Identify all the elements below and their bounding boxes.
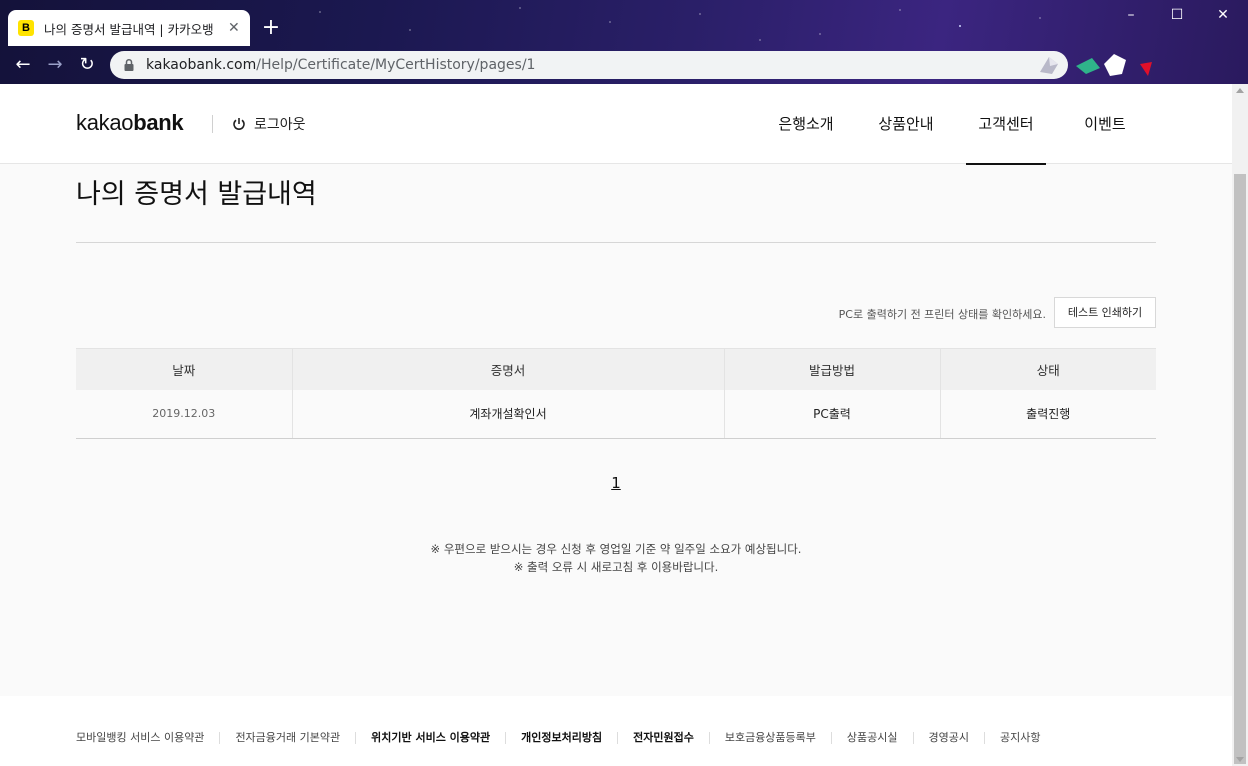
pagination: 1	[0, 474, 1232, 492]
new-tab-button[interactable]: +	[258, 16, 284, 42]
lock-icon	[124, 58, 134, 71]
table-header-row: 날짜 증명서 발급방법 상태	[76, 348, 1156, 390]
extension-icon[interactable]	[1036, 54, 1062, 76]
profile-avatar-icon[interactable]	[1074, 50, 1164, 80]
column-header-certificate: 증명서	[291, 348, 724, 390]
header-divider	[212, 115, 213, 133]
cell-certificate[interactable]: 계좌개설확인서	[291, 389, 724, 439]
footer-link-privacy-policy[interactable]: 개인정보처리방침	[505, 732, 617, 744]
footer-link-e-complaint[interactable]: 전자민원접수	[617, 732, 709, 744]
browser-tab[interactable]: B 나의 증명서 발급내역 | 카카오뱅 ✕	[8, 10, 250, 46]
browser-chrome: B 나의 증명서 발급내역 | 카카오뱅 ✕ + – ☐ ✕ ← → ↻ kak…	[0, 0, 1248, 84]
power-icon	[233, 118, 245, 130]
footer-link-management-disclosure[interactable]: 경영공시	[912, 732, 984, 744]
scrollbar-thumb[interactable]	[1234, 174, 1246, 764]
site-footer: 모바일뱅킹 서비스 이용약관 전자금융거래 기본약관 위치기반 서비스 이용약관…	[0, 696, 1232, 766]
nav-events[interactable]: 이벤트	[1066, 84, 1144, 164]
column-header-method: 발급방법	[723, 348, 940, 390]
page-link-current[interactable]: 1	[607, 474, 625, 492]
reload-icon[interactable]: ↻	[74, 52, 100, 78]
notice-line: ※ 우편으로 받으시는 경우 신청 후 영업일 기준 약 일주일 소요가 예상됩…	[430, 542, 802, 556]
page-title: 나의 증명서 발급내역	[76, 179, 317, 210]
url-host: kakaobank.com	[146, 57, 257, 73]
footer-links: 모바일뱅킹 서비스 이용약관 전자금융거래 기본약관 위치기반 서비스 이용약관…	[76, 732, 1056, 744]
column-header-status: 상태	[939, 348, 1156, 390]
nav-about-bank[interactable]: 은행소개	[766, 84, 846, 164]
page-scrollbar[interactable]	[1232, 84, 1248, 766]
close-window-icon[interactable]: ✕	[1200, 0, 1246, 30]
notice-text: ※ 우편으로 받으시는 경우 신청 후 영업일 기준 약 일주일 소요가 예상됩…	[0, 540, 1232, 576]
address-bar[interactable]: kakaobank.com/Help/Certificate/MyCertHis…	[110, 51, 1068, 79]
print-notice: PC로 출력하기 전 프린터 상태를 확인하세요.	[838, 308, 1046, 321]
page-viewport: kakaobank 로그아웃 은행소개 상품안내 고객센터 이벤트 나의 증명서…	[0, 84, 1232, 766]
footer-link-product-disclosure[interactable]: 상품공시실	[830, 732, 913, 744]
logout-button[interactable]: 로그아웃	[232, 114, 306, 134]
tab-title: 나의 증명서 발급내역 | 카카오뱅	[44, 21, 214, 37]
test-print-button[interactable]: 테스트 인쇄하기	[1054, 297, 1156, 328]
logout-label: 로그아웃	[254, 117, 306, 133]
table-row: 2019.12.03 계좌개설확인서 PC출력 출력진행	[76, 389, 1156, 439]
tab-close-icon[interactable]: ✕	[228, 20, 240, 36]
cell-status: 출력진행	[939, 389, 1156, 439]
nav-products[interactable]: 상품안내	[866, 84, 946, 164]
forward-arrow-icon[interactable]: →	[42, 52, 68, 78]
footer-link-location-terms[interactable]: 위치기반 서비스 이용약관	[355, 732, 505, 744]
kakaobank-logo[interactable]: kakaobank	[76, 110, 184, 136]
footer-link-efinance-terms[interactable]: 전자금융거래 기본약관	[219, 732, 355, 744]
url-path: /Help/Certificate/MyCertHistory/pages/1	[256, 57, 536, 73]
notice-line: ※ 출력 오류 시 새로고침 후 이용바랍니다.	[513, 560, 719, 574]
scroll-down-icon[interactable]	[1236, 757, 1244, 762]
nav-customer-center[interactable]: 고객센터	[966, 84, 1046, 165]
footer-link-notices[interactable]: 공지사항	[984, 732, 1055, 744]
cell-method: PC출력	[723, 389, 940, 439]
browser-toolbar: ← → ↻ kakaobank.com/Help/Certificate/MyC…	[0, 46, 1248, 84]
certificate-history-table: 날짜 증명서 발급방법 상태 2019.12.03 계좌개설확인서 PC출력 출…	[76, 348, 1156, 439]
cell-date: 2019.12.03	[76, 389, 292, 439]
column-header-date: 날짜	[76, 348, 292, 390]
kakaobank-favicon-icon: B	[18, 20, 34, 36]
back-arrow-icon[interactable]: ←	[10, 52, 36, 78]
footer-link-mobile-terms[interactable]: 모바일뱅킹 서비스 이용약관	[76, 732, 219, 744]
site-header: kakaobank 로그아웃 은행소개 상품안내 고객센터 이벤트	[0, 84, 1232, 165]
footer-link-protected-products[interactable]: 보호금융상품등록부	[708, 732, 831, 744]
minimize-icon[interactable]: –	[1108, 0, 1154, 30]
maximize-icon[interactable]: ☐	[1154, 0, 1200, 30]
logo-text-bold: bank	[133, 110, 184, 135]
title-divider	[76, 242, 1156, 243]
scroll-up-icon[interactable]	[1236, 88, 1244, 93]
logo-text-light: kakao	[76, 110, 134, 135]
